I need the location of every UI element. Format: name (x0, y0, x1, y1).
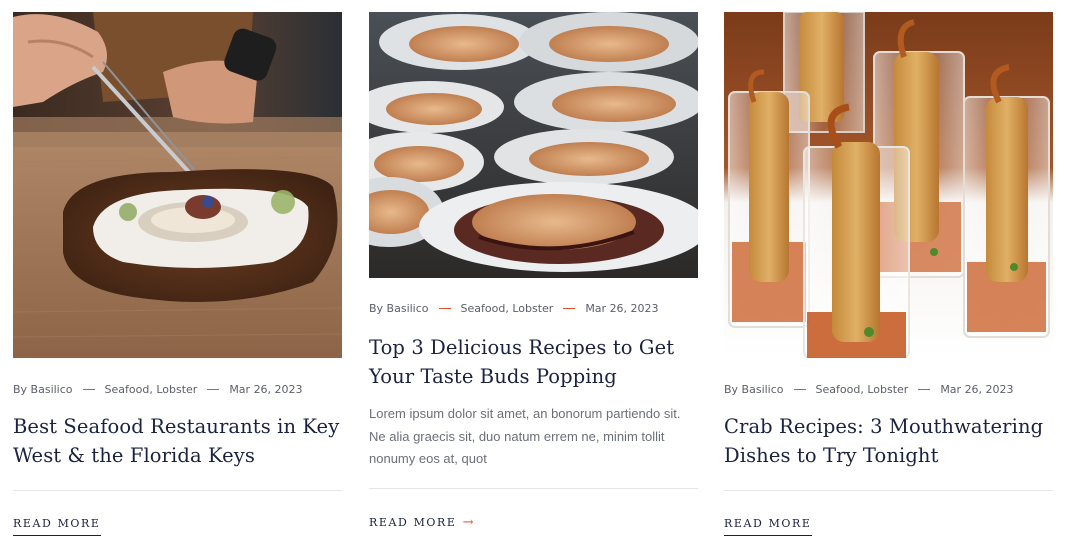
blog-card: By Basilico Seafood, Lobster Mar 26, 202… (13, 12, 342, 536)
card-divider (13, 490, 342, 491)
meta-separator (438, 308, 451, 309)
post-meta: By Basilico Seafood, Lobster Mar 26, 202… (724, 383, 1014, 396)
read-more-link[interactable]: READ MORE (13, 517, 101, 536)
post-meta: By Basilico Seafood, Lobster Mar 26, 202… (369, 302, 659, 315)
meta-separator (207, 389, 220, 390)
blog-card: By Basilico Seafood, Lobster Mar 26, 202… (369, 12, 698, 530)
card-divider (369, 488, 698, 489)
meta-separator (82, 389, 95, 390)
blog-card: By Basilico Seafood, Lobster Mar 26, 202… (724, 12, 1053, 536)
meta-separator (918, 389, 931, 390)
meta-separator (563, 308, 576, 309)
post-excerpt: Lorem ipsum dolor sit amet, an bonorum p… (369, 406, 681, 466)
post-categories-link[interactable]: Seafood, Lobster (461, 302, 554, 315)
meta-separator (793, 389, 806, 390)
post-date: Mar 26, 2023 (940, 383, 1014, 396)
read-more-label: READ MORE (724, 517, 812, 530)
card-divider (724, 490, 1053, 491)
post-meta: By Basilico Seafood, Lobster Mar 26, 202… (13, 383, 303, 396)
read-more-link[interactable]: READ MORE (724, 517, 812, 536)
arrow-right-icon: → (462, 515, 474, 530)
post-date: Mar 26, 2023 (585, 302, 659, 315)
post-author-link[interactable]: By Basilico (724, 383, 784, 396)
read-more-link[interactable]: READ MORE → (369, 515, 473, 535)
post-categories-link[interactable]: Seafood, Lobster (105, 383, 198, 396)
shrimp-glasses-image (724, 12, 1053, 358)
oyster-plating-image (13, 12, 342, 358)
post-author-link[interactable]: By Basilico (13, 383, 73, 396)
post-thumbnail-oyster[interactable] (13, 12, 342, 358)
post-title[interactable]: Best Seafood Restaurants in Key West & t… (13, 412, 342, 470)
post-title[interactable]: Crab Recipes: 3 Mouthwatering Dishes to … (724, 412, 1053, 470)
post-title[interactable]: Top 3 Delicious Recipes to Get Your Tast… (369, 333, 698, 391)
read-more-label: READ MORE (369, 516, 457, 529)
post-author-link[interactable]: By Basilico (369, 302, 429, 315)
post-categories-link[interactable]: Seafood, Lobster (816, 383, 909, 396)
mussels-image (369, 12, 698, 278)
post-thumbnail-shrimp[interactable] (724, 12, 1053, 358)
post-date: Mar 26, 2023 (229, 383, 303, 396)
read-more-label: READ MORE (13, 517, 101, 530)
post-thumbnail-mussels[interactable] (369, 12, 698, 278)
